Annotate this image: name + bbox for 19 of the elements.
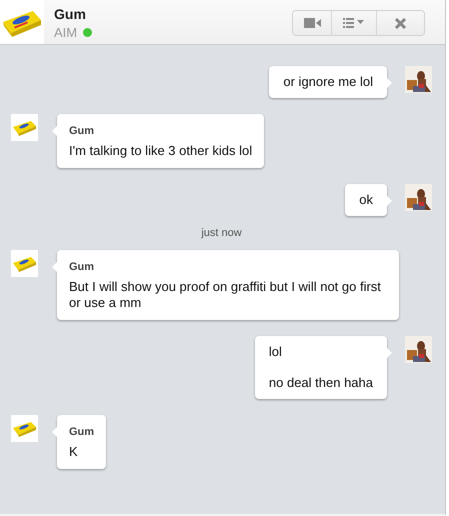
message-text: no deal then haha bbox=[268, 375, 373, 391]
service-label: AIM bbox=[54, 25, 78, 40]
sender-name: Gum bbox=[69, 425, 94, 440]
message-text: I'm talking to like 3 other kids lol bbox=[69, 143, 252, 159]
message-text: or ignore me lol bbox=[283, 74, 373, 90]
list-dropdown-icon bbox=[343, 18, 365, 28]
message-text: lol bbox=[268, 344, 283, 360]
timestamp: just now bbox=[201, 227, 242, 239]
close-button[interactable] bbox=[376, 11, 424, 35]
video-camera-icon bbox=[304, 18, 320, 28]
message-text: K bbox=[69, 444, 79, 460]
sender-name: Gum bbox=[69, 124, 96, 139]
message-text: But I will show you proof on graffiti but I will not go first or use a mm bbox=[69, 279, 382, 311]
list-menu-button[interactable] bbox=[331, 11, 376, 35]
sender-name: Gum bbox=[69, 260, 96, 275]
contact-name: Gum bbox=[54, 6, 87, 22]
message-text: ok bbox=[359, 192, 373, 208]
close-icon bbox=[395, 18, 406, 28]
video-button[interactable] bbox=[293, 11, 331, 35]
